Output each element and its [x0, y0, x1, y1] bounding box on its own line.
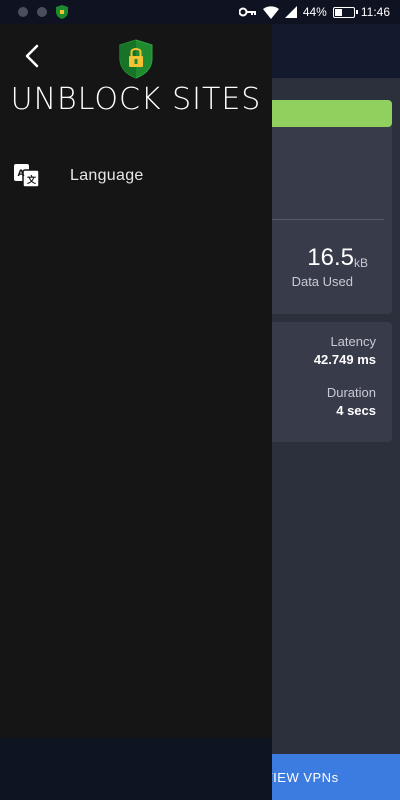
battery-icon	[332, 6, 358, 18]
svg-text:A: A	[18, 169, 25, 179]
duration-value: 4 secs	[336, 403, 376, 418]
navigation-drawer: UNBLOCK SITES A 文 Language	[0, 24, 272, 800]
chevron-left-icon	[25, 44, 39, 68]
duration-label: Duration	[326, 385, 376, 400]
back-button[interactable]	[18, 42, 46, 70]
battery-percent: 44%	[302, 5, 327, 19]
drawer-footer	[0, 738, 272, 800]
menu-item-label: Language	[70, 167, 144, 184]
notification-dot-icon	[37, 7, 47, 17]
latency-label: Latency	[330, 334, 376, 349]
data-used-unit: kB	[353, 256, 368, 270]
clock: 11:46	[360, 5, 390, 19]
signal-icon	[284, 6, 297, 18]
app-title: UNBLOCK SITES	[10, 82, 262, 117]
latency-value: 42.749 ms	[313, 352, 376, 367]
shield-logo-icon	[119, 39, 153, 79]
data-used-label: Data Used	[291, 274, 353, 289]
data-used-value: 16.5	[307, 244, 354, 271]
key-icon	[238, 7, 256, 17]
translate-icon: A 文	[14, 164, 40, 188]
wifi-icon	[262, 5, 279, 19]
status-bar: 44% 11:46	[0, 0, 400, 24]
app-shield-icon	[56, 5, 68, 19]
notification-dot-icon	[18, 7, 28, 17]
menu-item-language[interactable]: A 文 Language	[0, 154, 272, 198]
svg-text:文: 文	[26, 174, 37, 186]
